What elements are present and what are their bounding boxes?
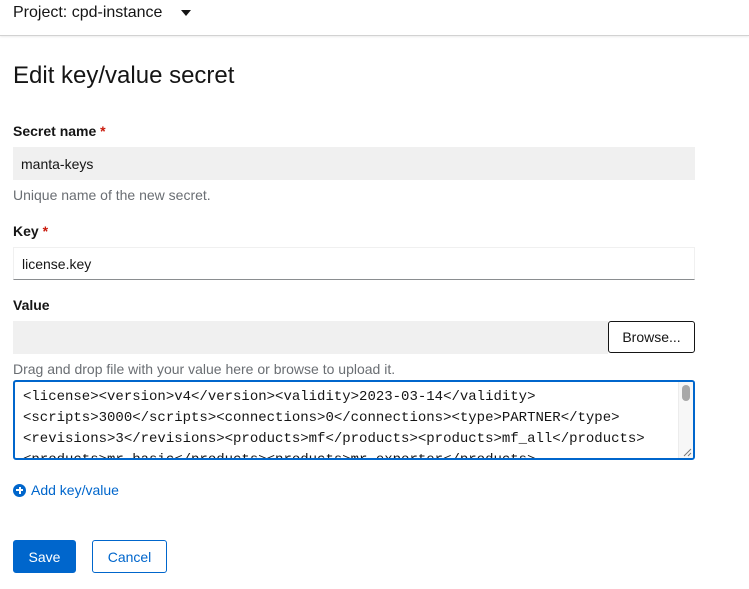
project-selector[interactable]: Project: cpd-instance (13, 4, 192, 22)
secret-name-label-text: Secret name (13, 123, 97, 139)
resize-grip-icon[interactable] (682, 447, 692, 457)
project-label: Project: cpd-instance (13, 4, 163, 21)
add-key-value-label: Add key/value (31, 482, 119, 498)
secret-name-input[interactable] (13, 147, 695, 180)
masthead: Project: cpd-instance (0, 0, 749, 36)
add-key-value-link[interactable]: Add key/value (13, 482, 119, 498)
value-textarea[interactable]: <license><version>v4</version><validity>… (13, 380, 695, 460)
value-label: Value (13, 297, 50, 313)
scroll-thumb[interactable] (682, 385, 690, 401)
secret-name-helper: Unique name of the new secret. (13, 187, 211, 203)
key-label: Key * (13, 223, 48, 239)
value-helper: Drag and drop file with your value here … (13, 361, 396, 377)
browse-button[interactable]: Browse... (608, 321, 695, 353)
required-marker: * (42, 223, 49, 239)
plus-circle-icon (13, 483, 26, 497)
save-button[interactable]: Save (13, 540, 76, 573)
caret-down-icon (181, 10, 192, 16)
value-text[interactable]: <license><version>v4</version><validity>… (23, 387, 675, 458)
secret-name-label: Secret name * (13, 123, 106, 139)
key-label-text: Key (13, 223, 39, 239)
file-drop-area[interactable] (13, 321, 608, 354)
page-title: Edit key/value secret (13, 62, 235, 89)
required-marker: * (100, 123, 106, 139)
key-input[interactable] (13, 247, 695, 280)
cancel-button[interactable]: Cancel (92, 540, 167, 573)
value-label-text: Value (13, 297, 50, 313)
